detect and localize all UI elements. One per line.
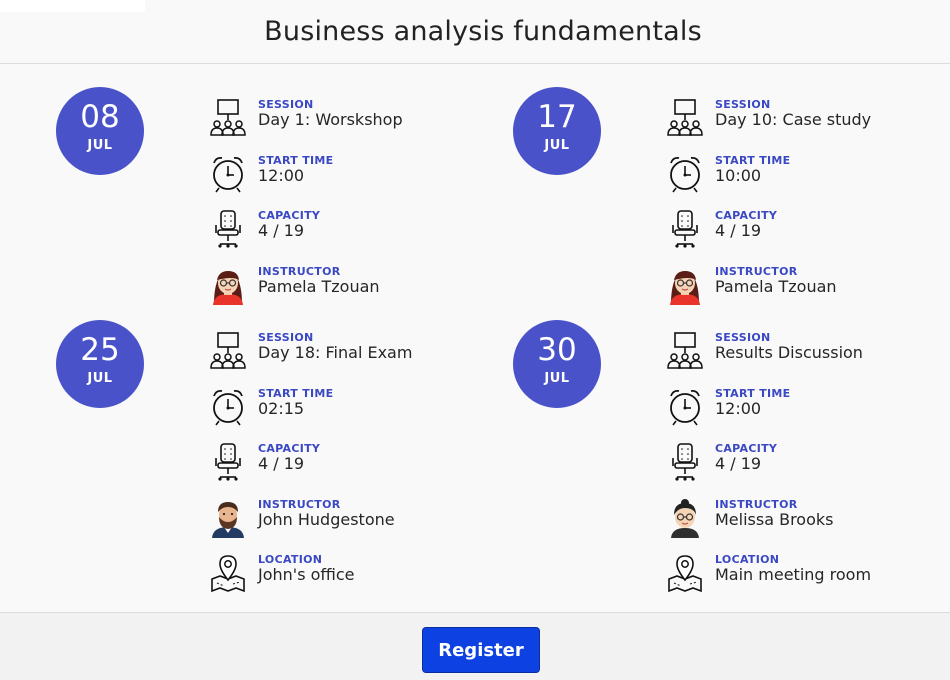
alarm-clock-icon xyxy=(666,154,704,194)
date-day: 25 xyxy=(80,332,120,368)
date-badge: 08 JUL xyxy=(56,87,144,175)
capacity-value: 4 / 19 xyxy=(715,221,762,240)
session-name: Day 10: Case study xyxy=(715,110,872,129)
office-chair-icon xyxy=(666,442,704,482)
office-chair-icon xyxy=(666,209,704,249)
register-button[interactable]: Register xyxy=(422,627,540,673)
date-month: JUL xyxy=(87,138,113,153)
date-month: JUL xyxy=(87,371,113,386)
start-time-value: 02:15 xyxy=(258,399,305,418)
header-corner-strip xyxy=(0,0,145,12)
start-time-value: 12:00 xyxy=(258,166,305,185)
capacity-value: 4 / 19 xyxy=(258,454,305,473)
instructor-name: Pamela Tzouan xyxy=(258,277,380,296)
presentation-icon xyxy=(209,98,247,138)
capacity-value: 4 / 19 xyxy=(715,454,762,473)
presentation-icon xyxy=(666,98,704,138)
location-value: Main meeting room xyxy=(715,565,872,584)
location-value: John's office xyxy=(258,565,355,584)
start-time-value: 10:00 xyxy=(715,166,762,185)
avatar-woman-red-hair-icon xyxy=(666,265,704,305)
page-header: Business analysis fundamentals xyxy=(0,0,950,64)
date-month: JUL xyxy=(544,138,570,153)
avatar-man-beard-icon xyxy=(209,498,247,538)
date-badge: 30 JUL xyxy=(513,320,601,408)
date-badge: 25 JUL xyxy=(56,320,144,408)
footer-bar: Register xyxy=(0,612,950,680)
capacity-value: 4 / 19 xyxy=(258,221,305,240)
map-pin-icon xyxy=(209,553,247,593)
instructor-name: Melissa Brooks xyxy=(715,510,834,529)
presentation-icon xyxy=(666,331,704,371)
session-name: Results Discussion xyxy=(715,343,863,362)
start-time-value: 12:00 xyxy=(715,399,762,418)
avatar-woman-dark-hair-icon xyxy=(666,498,704,538)
date-day: 08 xyxy=(80,99,120,135)
map-pin-icon xyxy=(666,553,704,593)
presentation-icon xyxy=(209,331,247,371)
session-name: Day 18: Final Exam xyxy=(258,343,413,362)
alarm-clock-icon xyxy=(666,387,704,427)
instructor-name: Pamela Tzouan xyxy=(715,277,837,296)
session-name: Day 1: Worskshop xyxy=(258,110,403,129)
office-chair-icon xyxy=(209,209,247,249)
page-title: Business analysis fundamentals xyxy=(264,16,702,47)
alarm-clock-icon xyxy=(209,387,247,427)
date-day: 17 xyxy=(537,99,577,135)
instructor-name: John Hudgestone xyxy=(258,510,395,529)
date-day: 30 xyxy=(537,332,577,368)
avatar-woman-red-hair-icon xyxy=(209,265,247,305)
date-badge: 17 JUL xyxy=(513,87,601,175)
office-chair-icon xyxy=(209,442,247,482)
date-month: JUL xyxy=(544,371,570,386)
alarm-clock-icon xyxy=(209,154,247,194)
